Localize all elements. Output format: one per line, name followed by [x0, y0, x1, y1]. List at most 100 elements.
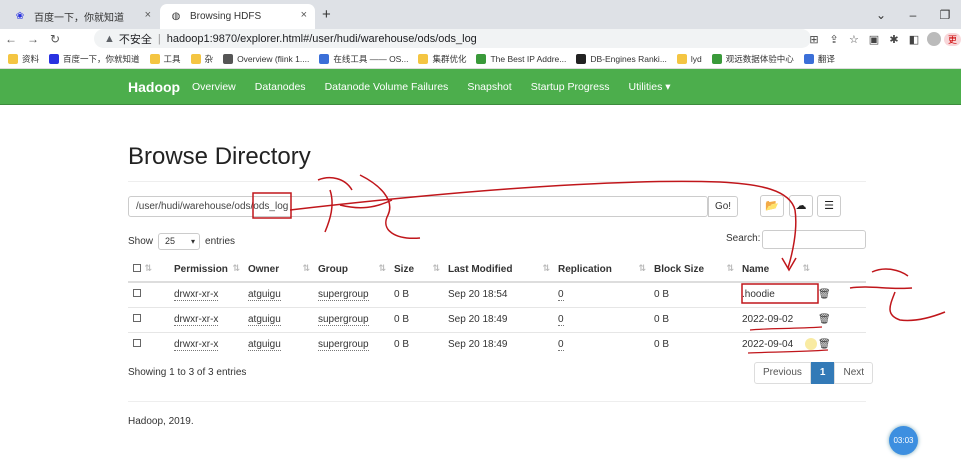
brand-link[interactable]: Hadoop [128, 69, 180, 105]
bookmark-item[interactable]: 观远数据体验中心 [711, 53, 794, 65]
checkbox[interactable] [133, 314, 141, 322]
go-button[interactable]: Go! [708, 196, 738, 217]
baidu-paw-icon: ❀ [15, 11, 25, 22]
new-tab-icon[interactable]: + [322, 6, 331, 23]
checkbox[interactable] [133, 289, 141, 298]
reload-icon[interactable]: ↻ [44, 32, 66, 46]
column-replication[interactable]: Replication ⇅ [558, 258, 654, 283]
bookmark-star-icon[interactable]: ☆ [844, 33, 864, 46]
name-link[interactable]: 2022-09-02 [742, 314, 793, 325]
column-block-size[interactable]: Block Size ⇅ [654, 258, 742, 283]
nav-snapshot[interactable]: Snapshot [467, 69, 511, 105]
column-actions [818, 258, 866, 283]
footer-text: Hadoop, 2019. [128, 416, 194, 427]
cast-icon[interactable]: ▣ [864, 33, 884, 46]
tab-search-icon[interactable]: ⌄ [865, 8, 897, 22]
select-all-header[interactable]: ⇅ [128, 258, 154, 283]
create-directory-icon[interactable]: 📂 [760, 195, 784, 217]
translate-icon[interactable]: ⊞ [804, 33, 824, 46]
cell-name: 2022-09-02 [742, 306, 818, 332]
name-link[interactable]: 2022-09-04 [742, 339, 793, 350]
search-input[interactable] [762, 230, 866, 249]
share-icon[interactable]: ⇪ [824, 33, 844, 46]
cell-actions: 🗑 [818, 331, 866, 357]
annotation-arrow [289, 180, 797, 269]
bookmark-item[interactable]: 在线工具 —— OS... [319, 53, 408, 65]
sort-icon: ⇅ [432, 263, 440, 273]
profile-menu-button[interactable]: 更 [943, 32, 961, 46]
bookmark-item[interactable]: DB-Engines Ranki... [576, 53, 667, 64]
cell-block-size: 0 B [654, 281, 742, 307]
nav-utilities-dropdown[interactable]: Utilities ▾ [628, 69, 670, 105]
bookmark-item[interactable]: 工具 [149, 53, 181, 65]
recording-timer-badge[interactable]: 03:03 [889, 426, 918, 455]
window-controls: ⌄ – ❐ [865, 0, 961, 29]
trash-icon[interactable]: 🗑 [818, 339, 831, 350]
nav-startup-progress[interactable]: Startup Progress [531, 69, 610, 105]
row-select[interactable] [128, 306, 154, 332]
maximize-icon[interactable]: ❐ [929, 8, 961, 22]
cell-last-modified: Sep 20 18:49 [448, 306, 558, 332]
column-size[interactable]: Size ⇅ [394, 258, 448, 283]
address-bar-row: ← → ↻ ▲ 不安全 | hadoop1:9870/explorer.html… [0, 29, 961, 49]
bookmark-item[interactable]: 资料 [8, 53, 39, 65]
trash-icon[interactable]: 🗑 [818, 314, 831, 325]
bookmark-item[interactable]: 翻译 [803, 53, 835, 65]
cell-group: supergroup [318, 281, 394, 307]
showing-info: Showing 1 to 3 of 3 entries [128, 367, 247, 378]
forward-icon[interactable]: → [22, 32, 44, 46]
minimize-icon[interactable]: – [897, 8, 929, 22]
row-select[interactable] [128, 331, 154, 357]
nav-overview[interactable]: Overview [192, 69, 236, 105]
next-page-button[interactable]: Next [834, 362, 874, 384]
page-1-button[interactable]: 1 [810, 362, 835, 384]
extensions-icon[interactable]: ✱ [884, 33, 904, 46]
trash-icon[interactable]: 🗑 [818, 289, 831, 300]
bookmark-item[interactable]: Overview (flink 1.... [223, 53, 309, 64]
path-input[interactable]: /user/hudi/warehouse/ods/ods_log [128, 196, 708, 217]
folder-icon [418, 53, 429, 64]
url-divider: | [157, 32, 161, 45]
close-tab-icon[interactable]: × [145, 9, 151, 21]
tab-browsing-hdfs[interactable]: ◍ Browsing HDFS × [160, 4, 315, 29]
sort-icon: ⇅ [638, 263, 646, 273]
toolbar-icons: ⊞ ⇪ ☆ ▣ ✱ ◧ 更 [804, 29, 961, 49]
checkbox[interactable] [133, 264, 141, 272]
column-owner[interactable]: Owner ⇅ [248, 258, 318, 283]
close-tab-icon[interactable]: × [301, 9, 307, 21]
sidepanel-icon[interactable]: ◧ [904, 33, 924, 46]
cell-owner: atguigu [248, 281, 318, 307]
previous-page-button[interactable]: Previous [754, 362, 811, 384]
profile-avatar[interactable] [926, 32, 941, 46]
cell-owner: atguigu [248, 331, 318, 357]
bookmark-item[interactable]: lyd [676, 53, 702, 64]
security-label: 不安全 [118, 33, 152, 46]
tab-baidu[interactable]: ❀ 百度一下，你就知道 × [4, 4, 159, 29]
upload-icon[interactable]: ☁ [789, 195, 813, 217]
column-permission[interactable]: Permission ⇅ [154, 258, 248, 283]
bookmark-item[interactable]: 集群优化 [418, 53, 466, 65]
name-link[interactable]: .hoodie [742, 289, 775, 300]
column-group[interactable]: Group ⇅ [318, 258, 394, 283]
nav-volume-failures[interactable]: Datanode Volume Failures [325, 69, 449, 105]
checkbox[interactable] [133, 339, 141, 348]
row-select[interactable] [128, 281, 154, 307]
url-field[interactable]: ▲ 不安全 | hadoop1:9870/explorer.html#/user… [94, 29, 811, 48]
chevron-down-icon: ▾ [191, 237, 196, 246]
column-name[interactable]: Name ⇅ [742, 258, 818, 283]
sort-icon[interactable]: ⇅ [144, 263, 152, 274]
browser-tab-bar: ❀ 百度一下，你就知道 × ◍ Browsing HDFS × + ⌄ – ❐ [0, 0, 961, 29]
bookmark-item[interactable]: The Best IP Addre... [476, 53, 566, 64]
cell-permission: drwxr-xr-x [154, 281, 248, 307]
cut-paste-icon[interactable]: ☰ [817, 195, 841, 217]
column-last-modified[interactable]: Last Modified ⇅ [448, 258, 558, 283]
nav-links: Overview Datanodes Datanode Volume Failu… [192, 69, 690, 105]
cell-group: supergroup [318, 306, 394, 332]
entries-select[interactable]: 25 ▾ [158, 233, 201, 250]
nav-datanodes[interactable]: Datanodes [255, 69, 306, 105]
bookmark-item[interactable]: 杂 [190, 53, 213, 65]
bookmark-item[interactable]: 百度一下，你就知道 [49, 53, 140, 65]
folder-icon [149, 53, 160, 64]
site-icon [711, 53, 722, 64]
back-icon[interactable]: ← [0, 32, 22, 46]
